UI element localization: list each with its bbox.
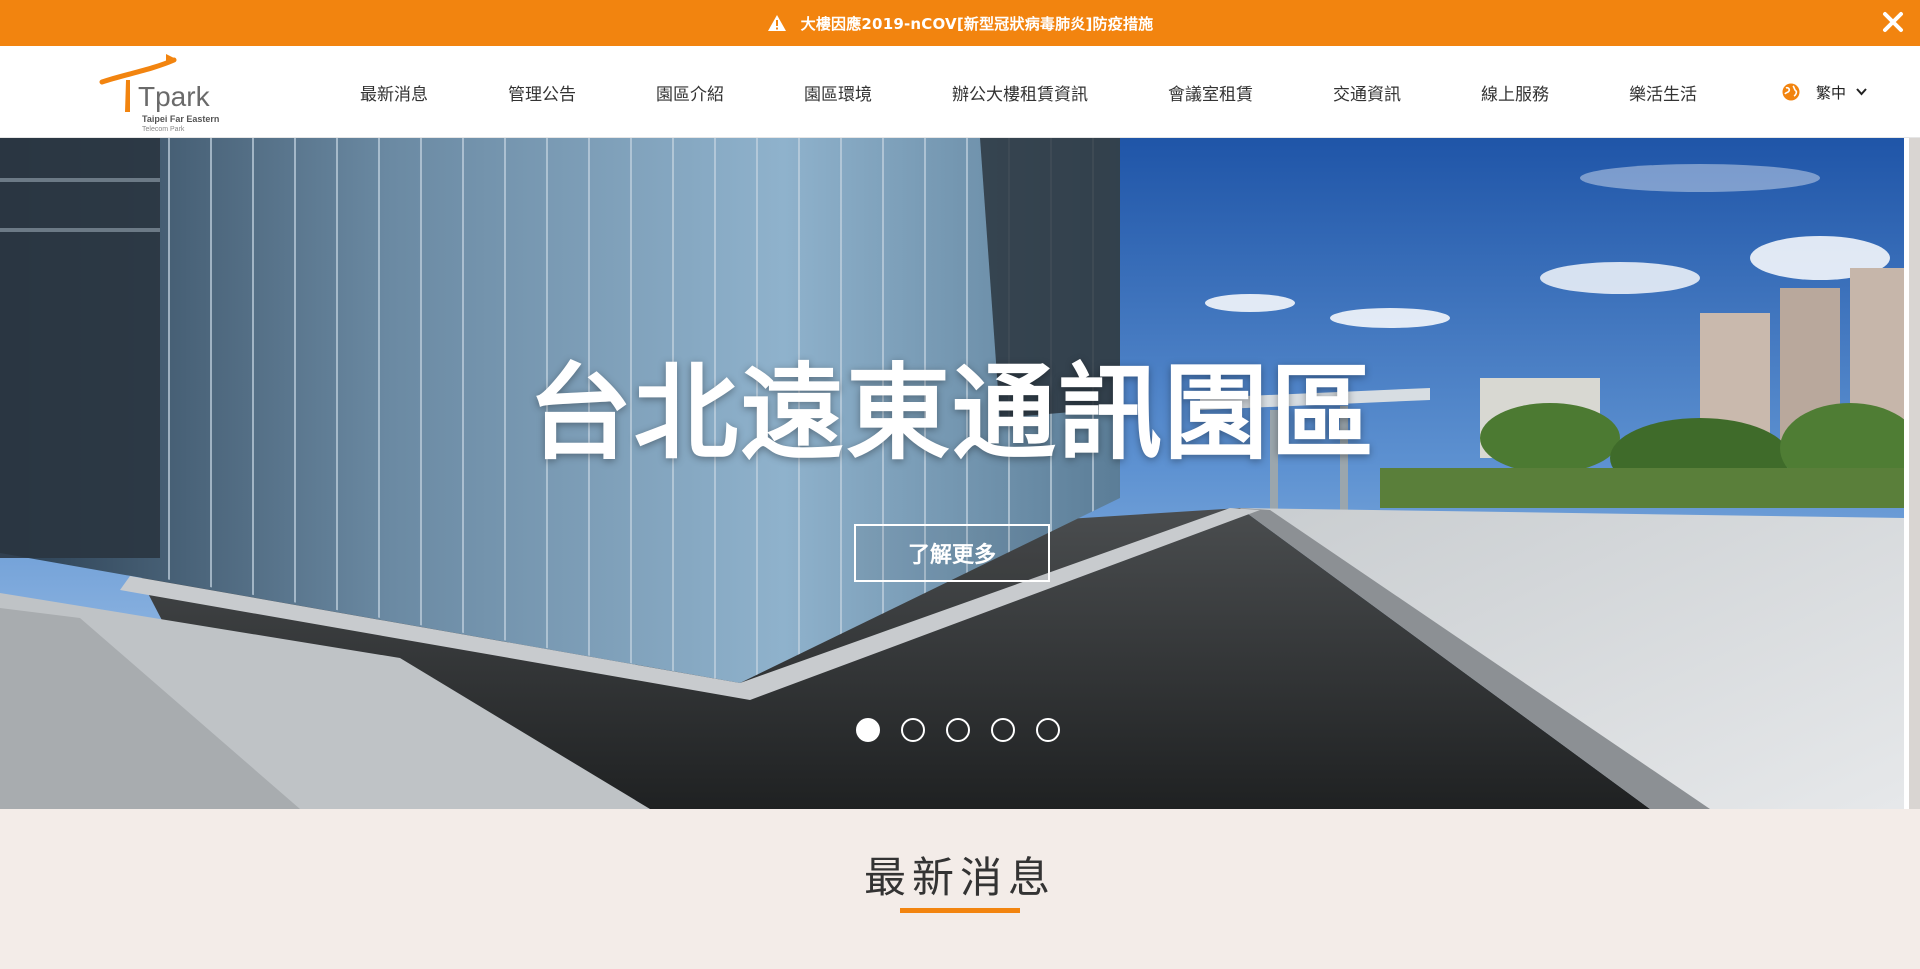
nav-item-lohas-life[interactable]: 樂活生活 xyxy=(1629,80,1697,105)
slider-dot-5[interactable] xyxy=(1036,718,1060,742)
nav-item-transportation[interactable]: 交通資訊 xyxy=(1333,80,1401,105)
main-nav: 最新消息 管理公告 園區介紹 園區環境 辦公大樓租賃資訊 會議室租賃 交通資訊 … xyxy=(330,46,1737,138)
close-icon[interactable] xyxy=(1880,9,1906,35)
scrollbar-track[interactable] xyxy=(1904,138,1920,809)
language-label: 繁中 xyxy=(1816,83,1847,102)
chevron-down-icon xyxy=(1856,88,1867,96)
hero-title: 台北遠東通訊園區 xyxy=(527,352,1376,474)
slider-dot-3[interactable] xyxy=(946,718,970,742)
section-title-underline xyxy=(900,908,1020,913)
news-section-title: 最新消息 xyxy=(863,853,1056,902)
slider-dot-4[interactable] xyxy=(991,718,1015,742)
warning-icon xyxy=(767,15,786,31)
site-header: Tpark Taipei Far Eastern Telecom Park 最新… xyxy=(0,46,1920,138)
nav-item-meeting-room-rental[interactable]: 會議室租賃 xyxy=(1168,80,1253,105)
nav-item-park-intro[interactable]: 園區介紹 xyxy=(656,80,724,105)
logo-subtitle-2: Telecom Park xyxy=(142,126,185,133)
announcement-text[interactable]: 大樓因應2019-nCOV[新型冠狀病毒肺炎]防疫措施 xyxy=(801,13,1154,34)
globe-icon xyxy=(1782,83,1800,101)
hero-slider: 台北遠東通訊園區 了解更多 xyxy=(0,138,1904,809)
nav-item-online-services[interactable]: 線上服務 xyxy=(1481,80,1549,105)
learn-more-button[interactable]: 了解更多 xyxy=(854,524,1050,582)
language-selector[interactable]: 繁中 xyxy=(1782,46,1867,138)
announcement-bar[interactable]: 大樓因應2019-nCOV[新型冠狀病毒肺炎]防疫措施 xyxy=(0,0,1920,46)
nav-item-latest-news[interactable]: 最新消息 xyxy=(360,80,428,105)
logo-wordmark: Tpark xyxy=(138,81,211,112)
tpark-logo[interactable]: Tpark Taipei Far Eastern Telecom Park xyxy=(96,50,226,134)
slider-pagination xyxy=(856,718,1081,742)
nav-item-park-environment[interactable]: 園區環境 xyxy=(804,80,872,105)
logo-subtitle: Taipei Far Eastern xyxy=(142,114,219,124)
slider-dot-2[interactable] xyxy=(901,718,925,742)
nav-item-announcements[interactable]: 管理公告 xyxy=(508,80,576,105)
nav-item-office-leasing[interactable]: 辦公大樓租賃資訊 xyxy=(952,80,1088,105)
slider-dot-1[interactable] xyxy=(856,718,880,742)
